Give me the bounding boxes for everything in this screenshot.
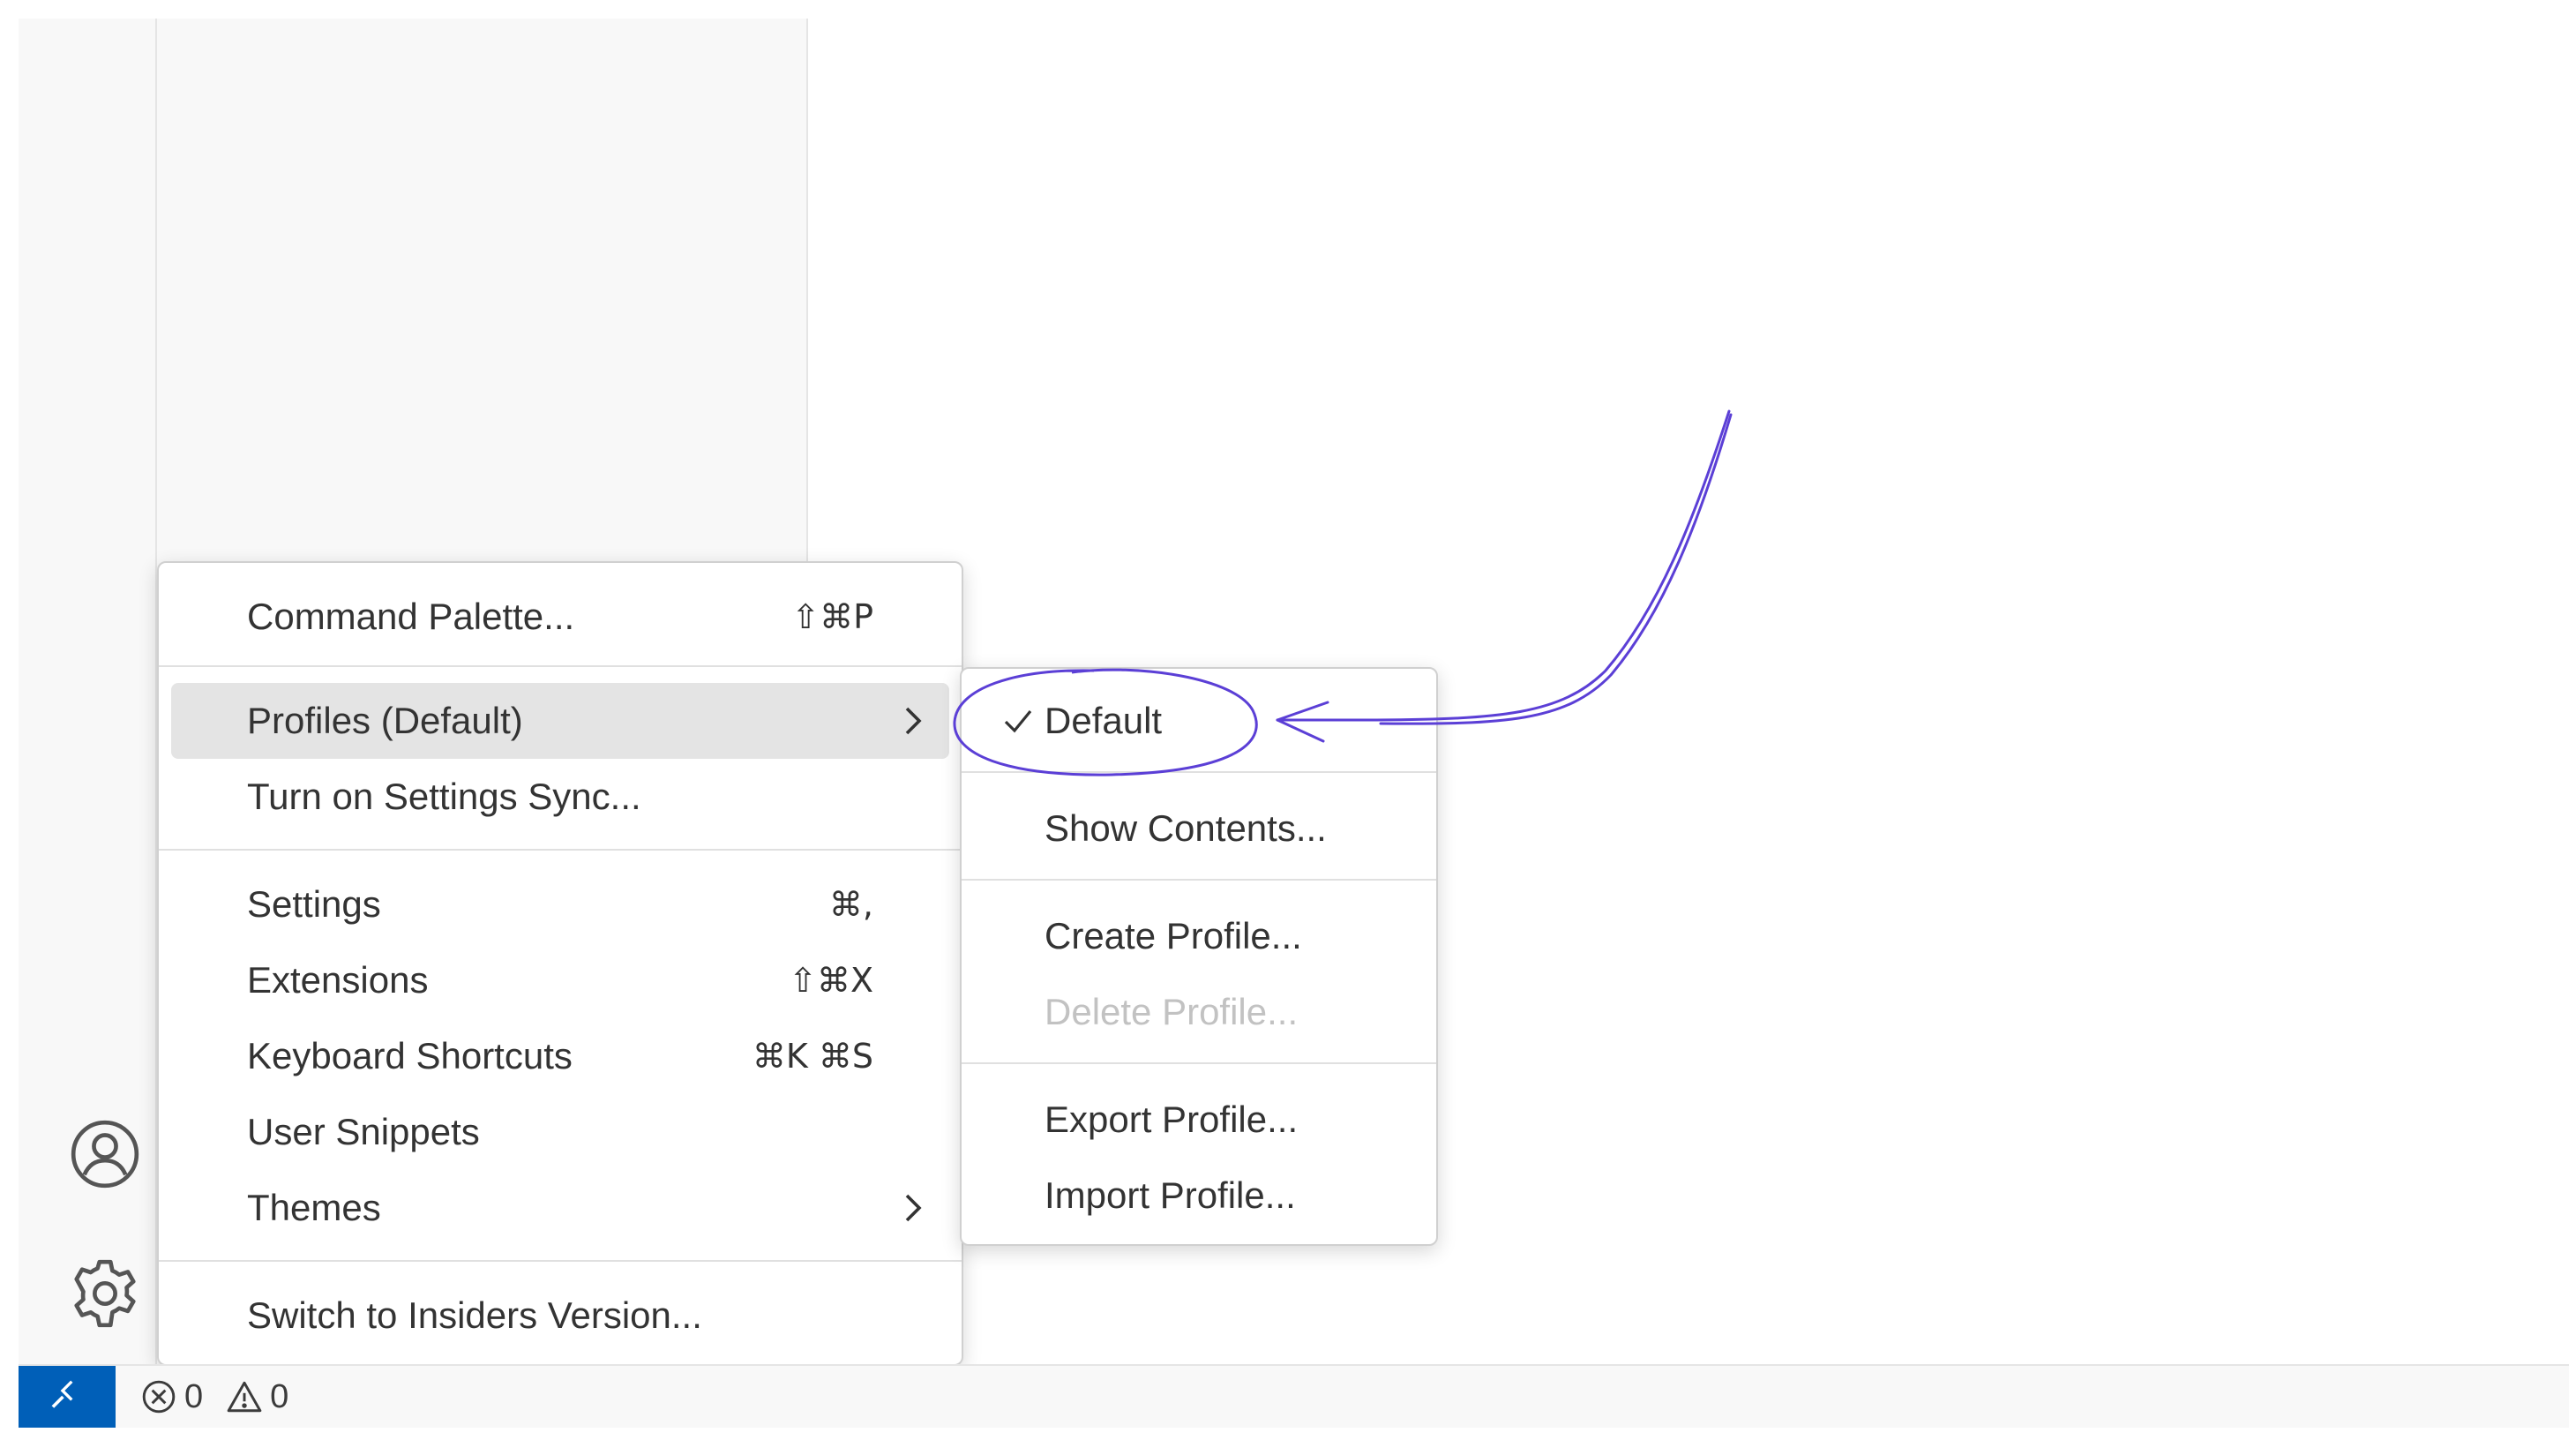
menu-item-profiles[interactable]: Profiles (Default) [171, 683, 949, 759]
menu-separator [962, 879, 1436, 881]
submenu-item-label: Show Contents... [1045, 807, 1327, 849]
menu-separator [159, 665, 962, 667]
menu-item-label: User Snippets [247, 1111, 480, 1152]
menu-item-label: Profiles (Default) [247, 700, 523, 741]
gear-icon[interactable] [67, 1256, 143, 1331]
menu-separator [159, 1260, 962, 1262]
menu-item-shortcut: ⇧⌘P [791, 597, 873, 636]
profiles-submenu: Default Show Contents... Create Profile.… [960, 667, 1438, 1246]
submenu-item-delete-profile: Delete Profile... [974, 974, 1424, 1050]
menu-separator [962, 1062, 1436, 1064]
submenu-item-label: Delete Profile... [1045, 991, 1299, 1032]
status-bar: 0 0 [19, 1364, 2569, 1428]
submenu-item-label: Import Profile... [1045, 1174, 1296, 1216]
chevron-right-icon [905, 707, 922, 735]
vscode-window: Command Palette... ⇧⌘P Profiles (Default… [0, 0, 2576, 1440]
menu-separator [962, 771, 1436, 773]
menu-item-label: Switch to Insiders Version... [247, 1294, 702, 1336]
submenu-item-create-profile[interactable]: Create Profile... [974, 898, 1424, 974]
menu-item-label: Turn on Settings Sync... [247, 776, 641, 817]
menu-item-shortcut: ⇧⌘X [789, 961, 873, 1000]
error-count: 0 [184, 1377, 204, 1415]
submenu-item-export-profile[interactable]: Export Profile... [974, 1082, 1424, 1158]
account-icon[interactable] [67, 1116, 143, 1192]
menu-item-settings[interactable]: Settings ⌘, [171, 866, 949, 942]
menu-item-label: Themes [247, 1187, 381, 1228]
menu-item-command-palette[interactable]: Command Palette... ⇧⌘P [171, 579, 949, 655]
menu-item-label: Command Palette... [247, 596, 575, 637]
menu-item-shortcut: ⌘, [828, 885, 873, 924]
menu-item-label: Keyboard Shortcuts [247, 1035, 573, 1076]
menu-item-label: Settings [247, 883, 381, 925]
menu-item-extensions[interactable]: Extensions ⇧⌘X [171, 942, 949, 1018]
submenu-item-import-profile[interactable]: Import Profile... [974, 1158, 1424, 1234]
menu-item-label: Extensions [247, 959, 429, 1001]
menu-item-settings-sync[interactable]: Turn on Settings Sync... [171, 759, 949, 835]
menu-item-user-snippets[interactable]: User Snippets [171, 1094, 949, 1170]
chevron-right-icon [905, 1194, 922, 1222]
submenu-item-label: Default [1045, 700, 1163, 741]
menu-item-keyboard-shortcuts[interactable]: Keyboard Shortcuts ⌘K ⌘S [171, 1018, 949, 1094]
remote-icon [51, 1380, 73, 1408]
activity-bar [19, 19, 157, 1364]
warning-count: 0 [270, 1377, 289, 1415]
error-icon [142, 1380, 176, 1414]
menu-separator [159, 849, 962, 851]
problems-indicator[interactable]: 0 0 [140, 1366, 304, 1428]
menu-item-shortcut: ⌘K ⌘S [752, 1037, 873, 1076]
checkmark-icon [1004, 709, 1032, 733]
submenu-item-label: Create Profile... [1045, 915, 1302, 956]
menu-item-themes[interactable]: Themes [171, 1170, 949, 1246]
submenu-item-default-profile[interactable]: Default [974, 683, 1424, 759]
manage-menu: Command Palette... ⇧⌘P Profiles (Default… [157, 561, 963, 1366]
menu-item-switch-insiders[interactable]: Switch to Insiders Version... [171, 1278, 949, 1354]
submenu-item-label: Export Profile... [1045, 1099, 1299, 1140]
remote-indicator-button[interactable] [19, 1366, 116, 1428]
submenu-item-show-contents[interactable]: Show Contents... [974, 791, 1424, 866]
warning-icon [227, 1381, 262, 1413]
